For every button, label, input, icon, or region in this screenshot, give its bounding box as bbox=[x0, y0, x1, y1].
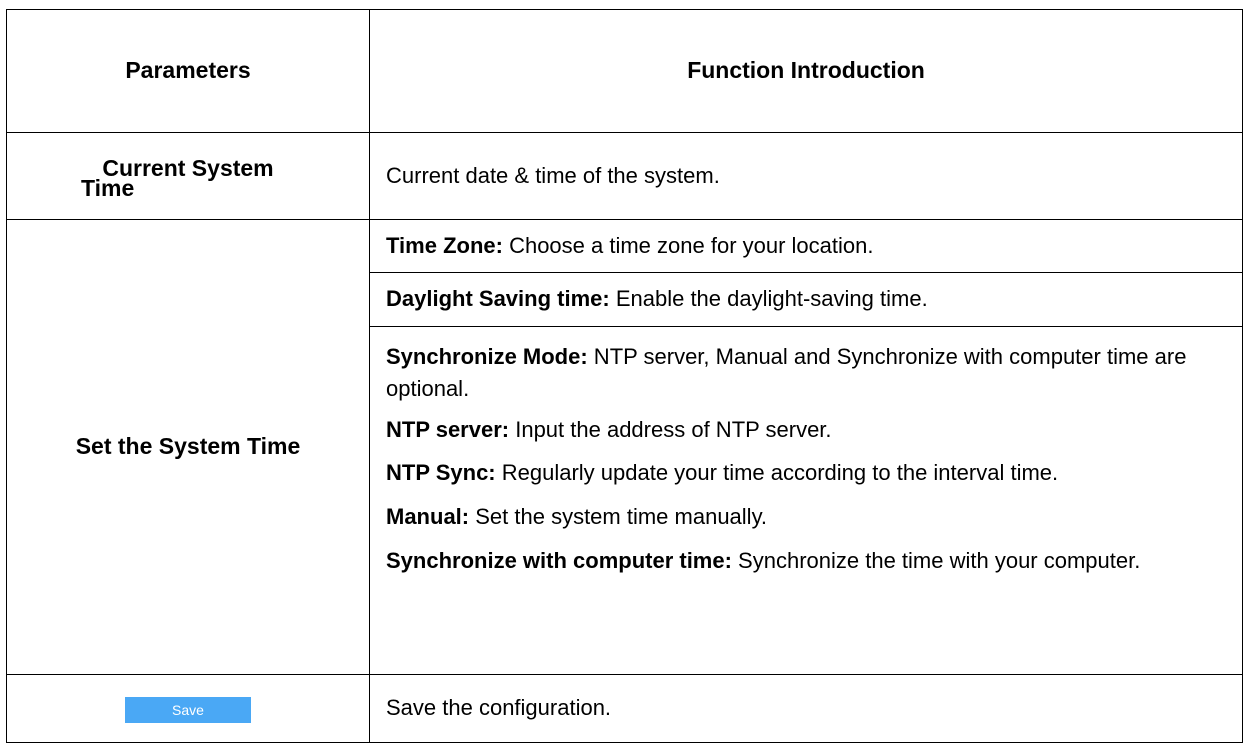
list-item: Manual: Set the system time manually. bbox=[386, 484, 1230, 530]
table-row: Set the System Time Time Zone: Choose a … bbox=[6, 219, 1243, 675]
term-description: Input the address of NTP server. bbox=[509, 417, 832, 443]
param-label-line: Current System bbox=[102, 154, 274, 181]
term-description: Enable the daylight-saving time. bbox=[609, 286, 928, 312]
list-item: NTP server: Input the address of NTP ser… bbox=[386, 405, 1230, 443]
table-row: Save Save the configuration. bbox=[6, 673, 1243, 743]
table-row: Current System Time Current date & time … bbox=[6, 131, 1243, 221]
term-description: Set the system time manually. bbox=[469, 504, 768, 530]
term-label: Synchronize with computer time: bbox=[386, 548, 732, 574]
table-header-row: Parameters Function Introduction bbox=[6, 9, 1243, 133]
param-current-system-time: Current System Time bbox=[6, 131, 370, 221]
func-time-zone: Time Zone: Choose a time zone for your l… bbox=[369, 219, 1243, 273]
header-function-introduction: Function Introduction bbox=[369, 9, 1243, 133]
param-set-system-time: Set the System Time bbox=[6, 219, 370, 675]
func-sync-options: Synchronize Mode: NTP server, Manual and… bbox=[369, 326, 1243, 675]
parameters-table: Parameters Function Introduction Current… bbox=[6, 9, 1243, 743]
func-current-system-time: Current date & time of the system. bbox=[369, 131, 1243, 221]
list-item: Synchronize with computer time: Synchron… bbox=[386, 530, 1230, 576]
save-button[interactable]: Save bbox=[125, 697, 251, 724]
term-label: Synchronize Mode: bbox=[386, 344, 588, 370]
param-label-line: Time bbox=[81, 174, 135, 201]
term-label: Time Zone: bbox=[386, 232, 503, 258]
term-label: NTP Sync: bbox=[386, 460, 496, 486]
term-description: Regularly update your time according to … bbox=[495, 460, 1059, 486]
header-parameters: Parameters bbox=[6, 9, 370, 133]
list-item: Synchronize Mode: NTP server, Manual and… bbox=[386, 327, 1230, 405]
param-save: Save bbox=[6, 673, 370, 743]
term-label: Daylight Saving time: bbox=[386, 286, 610, 312]
term-label: Manual: bbox=[386, 504, 470, 530]
func-daylight-saving: Daylight Saving time: Enable the dayligh… bbox=[369, 271, 1243, 328]
term-description: Choose a time zone for your location. bbox=[502, 232, 874, 258]
term-description: Synchronize the time with your computer. bbox=[731, 548, 1141, 574]
list-item: NTP Sync: Regularly update your time acc… bbox=[386, 443, 1230, 484]
term-label: NTP server: bbox=[386, 417, 510, 443]
func-save: Save the configuration. bbox=[369, 673, 1243, 743]
